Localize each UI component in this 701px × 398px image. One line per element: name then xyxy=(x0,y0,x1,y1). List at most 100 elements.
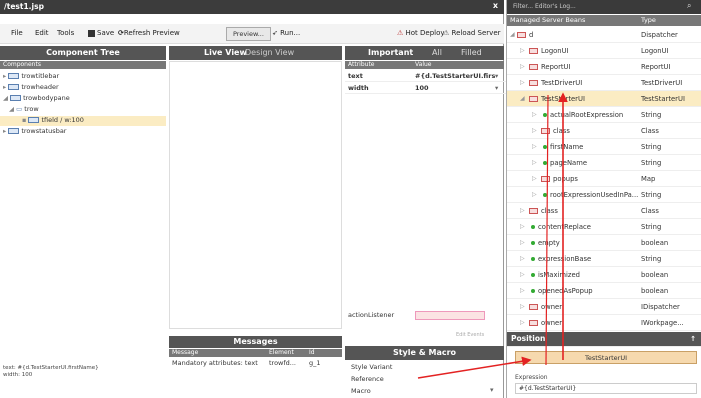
bean-type: String xyxy=(641,255,662,263)
style-variant-label[interactable]: Style Variant xyxy=(351,363,392,371)
collapse-icon: ▷ xyxy=(520,207,525,214)
tree-item-label: trowbodypane xyxy=(23,94,70,102)
property-icon xyxy=(531,241,535,245)
menu-tools[interactable]: Tools xyxy=(57,29,74,37)
bean-icon xyxy=(529,208,538,214)
bean-row[interactable]: ▷ LogonUI LogonUI xyxy=(507,43,701,59)
position-value-field[interactable]: TestStarterUI xyxy=(515,351,697,364)
attribute-row[interactable]: width 100 ▾ xyxy=(345,84,506,94)
hot-deploy-label: Hot Deploy xyxy=(405,29,445,37)
bean-name: LogonUI xyxy=(541,47,569,55)
bean-row[interactable]: ▷ isMaximized boolean xyxy=(507,267,701,283)
collapse-up-icon[interactable]: ↑ xyxy=(690,332,696,346)
refresh-label: Refresh Preview xyxy=(123,29,180,37)
tab-all[interactable]: All xyxy=(432,46,442,60)
tree-item[interactable]: ▸ trowstatusbar xyxy=(3,127,66,137)
hot-deploy-button[interactable]: ⚠ Hot Deploy xyxy=(397,29,445,37)
bean-type: Class xyxy=(641,207,659,215)
collapse-icon: ▷ xyxy=(520,79,525,86)
run-button[interactable]: ➶ Run... xyxy=(272,29,300,37)
menu-edit[interactable]: Edit xyxy=(35,29,49,37)
bean-tree: ◢ d Dispatcher ▷ LogonUI LogonUI ▷ ReportUI Re… xyxy=(507,27,701,347)
bean-row[interactable]: ◢ d Dispatcher xyxy=(507,27,701,43)
collapse-icon: ▷ xyxy=(520,319,525,326)
macro-dropdown-icon[interactable]: ▾ xyxy=(490,386,494,394)
tree-item[interactable]: ▸ trowtitlebar xyxy=(3,72,59,82)
bean-row[interactable]: ▷ popups Map xyxy=(507,171,701,187)
attribute-row[interactable]: text #{d.TestStarterUI.firs ▾ xyxy=(345,72,506,82)
collapse-icon: ▷ xyxy=(532,127,537,134)
bean-row[interactable]: ▷ empty boolean xyxy=(507,235,701,251)
tab-important[interactable]: Important xyxy=(368,46,413,60)
bean-row[interactable]: ▷ class Class xyxy=(507,203,701,219)
dropdown-icon[interactable]: ▾ xyxy=(495,84,498,92)
bean-type: TestDriverUI xyxy=(641,79,683,87)
collapse-icon: ▷ xyxy=(520,303,525,310)
save-label: Save xyxy=(97,29,115,37)
message-text: Mandatory attributes: text xyxy=(172,359,258,367)
filter-bar: Filter... Editor's Log... ⌕ xyxy=(507,0,701,14)
bean-label: ReportUI xyxy=(529,63,571,71)
bean-row[interactable]: ▷ openedAsPopup boolean xyxy=(507,283,701,299)
editor-toolbar: File Edit Tools Save ⟳Refresh Preview Pr… xyxy=(0,24,504,44)
bean-row[interactable]: ▷ TestDriverUI TestDriverUI xyxy=(507,75,701,91)
macro-label[interactable]: Macro xyxy=(351,387,371,395)
message-id: g_1 xyxy=(309,359,321,367)
tree-item[interactable]: ◢ ▭ trow xyxy=(9,105,39,115)
bean-row[interactable]: ▷ owner IDispatcher xyxy=(507,299,701,315)
bean-name: class xyxy=(553,127,570,135)
tab-filled[interactable]: Filled xyxy=(461,46,482,60)
tree-item[interactable]: ◢ trowbodypane xyxy=(3,94,70,104)
attribute-columns: Attribute Value xyxy=(345,61,504,69)
save-button[interactable]: Save xyxy=(88,29,114,37)
bean-type: Class xyxy=(641,127,659,135)
tab-design-view[interactable]: Design View xyxy=(245,46,294,60)
bean-row[interactable]: ▷ contentReplace String xyxy=(507,219,701,235)
filter-input[interactable]: Filter... Editor's Log... xyxy=(513,3,576,10)
tree-item-selected[interactable]: ▪ tfield / w:100 xyxy=(0,116,166,126)
bean-name: openedAsPopup xyxy=(538,287,593,295)
bean-row[interactable]: ▷ expressionBase String xyxy=(507,251,701,267)
collapse-icon: ▷ xyxy=(520,223,525,230)
tree-item[interactable]: ▸ trowheader xyxy=(3,83,59,93)
bean-type: String xyxy=(641,223,662,231)
expression-field[interactable]: #{d.TestStarterUI} xyxy=(515,383,697,394)
bean-row-selected[interactable]: ◢ TestStarterUI TestStarterUI xyxy=(507,91,701,107)
bean-row[interactable]: ▷ rootExpressionUsedInPa... String xyxy=(507,187,701,203)
row-icon xyxy=(8,73,20,79)
close-button[interactable]: x xyxy=(493,1,498,10)
bean-name: d xyxy=(529,31,534,39)
action-listener-input[interactable] xyxy=(415,311,485,320)
attribute-value[interactable]: 100 xyxy=(415,84,429,92)
message-row[interactable]: Mandatory attributes: text trowfd... g_1 xyxy=(169,359,342,369)
edit-events-link[interactable]: Edit Events xyxy=(456,332,484,338)
reload-server-button[interactable]: ⚠ Reload Server xyxy=(443,29,501,37)
bean-row[interactable]: ▷ pageName String xyxy=(507,155,701,171)
messages-columns: Message Element Id xyxy=(169,349,342,357)
tab-live-view[interactable]: Live View xyxy=(204,46,247,60)
search-icon[interactable]: ⌕ xyxy=(687,1,691,11)
action-listener-row[interactable]: actionListener xyxy=(345,311,504,321)
bean-row[interactable]: ▷ firstName String xyxy=(507,139,701,155)
property-icon xyxy=(531,257,535,261)
rocket-icon: ➶ xyxy=(272,29,278,37)
bean-row[interactable]: ▷ ReportUI ReportUI xyxy=(507,59,701,75)
col-attribute: Attribute xyxy=(348,61,375,68)
bean-icon xyxy=(529,48,538,54)
bean-row[interactable]: ▷ owner IWorkpage... xyxy=(507,315,701,331)
bean-row[interactable]: ▷ actualRootExpression String xyxy=(507,107,701,123)
tree-item-label: tfield / w:100 xyxy=(41,116,84,124)
refresh-preview-button[interactable]: ⟳Refresh Preview xyxy=(118,29,180,37)
bean-row[interactable]: ▷ class Class xyxy=(507,123,701,139)
preview-button[interactable]: Preview... xyxy=(226,27,271,41)
bean-name: TestStarterUI xyxy=(541,95,585,103)
bean-name: empty xyxy=(538,239,560,247)
attribute-grid: text #{d.TestStarterUI.firs ▾ width 100 … xyxy=(345,70,506,310)
dropdown-icon[interactable]: ▾ xyxy=(495,72,498,80)
status-line-1: text: #{d.TestStarterUI.firstName} xyxy=(3,365,99,371)
bean-name: TestDriverUI xyxy=(541,79,583,87)
reference-label[interactable]: Reference xyxy=(351,375,384,383)
live-view-canvas[interactable] xyxy=(169,61,342,329)
attribute-value[interactable]: #{d.TestStarterUI.firs xyxy=(415,72,495,80)
menu-file[interactable]: File xyxy=(11,29,23,37)
